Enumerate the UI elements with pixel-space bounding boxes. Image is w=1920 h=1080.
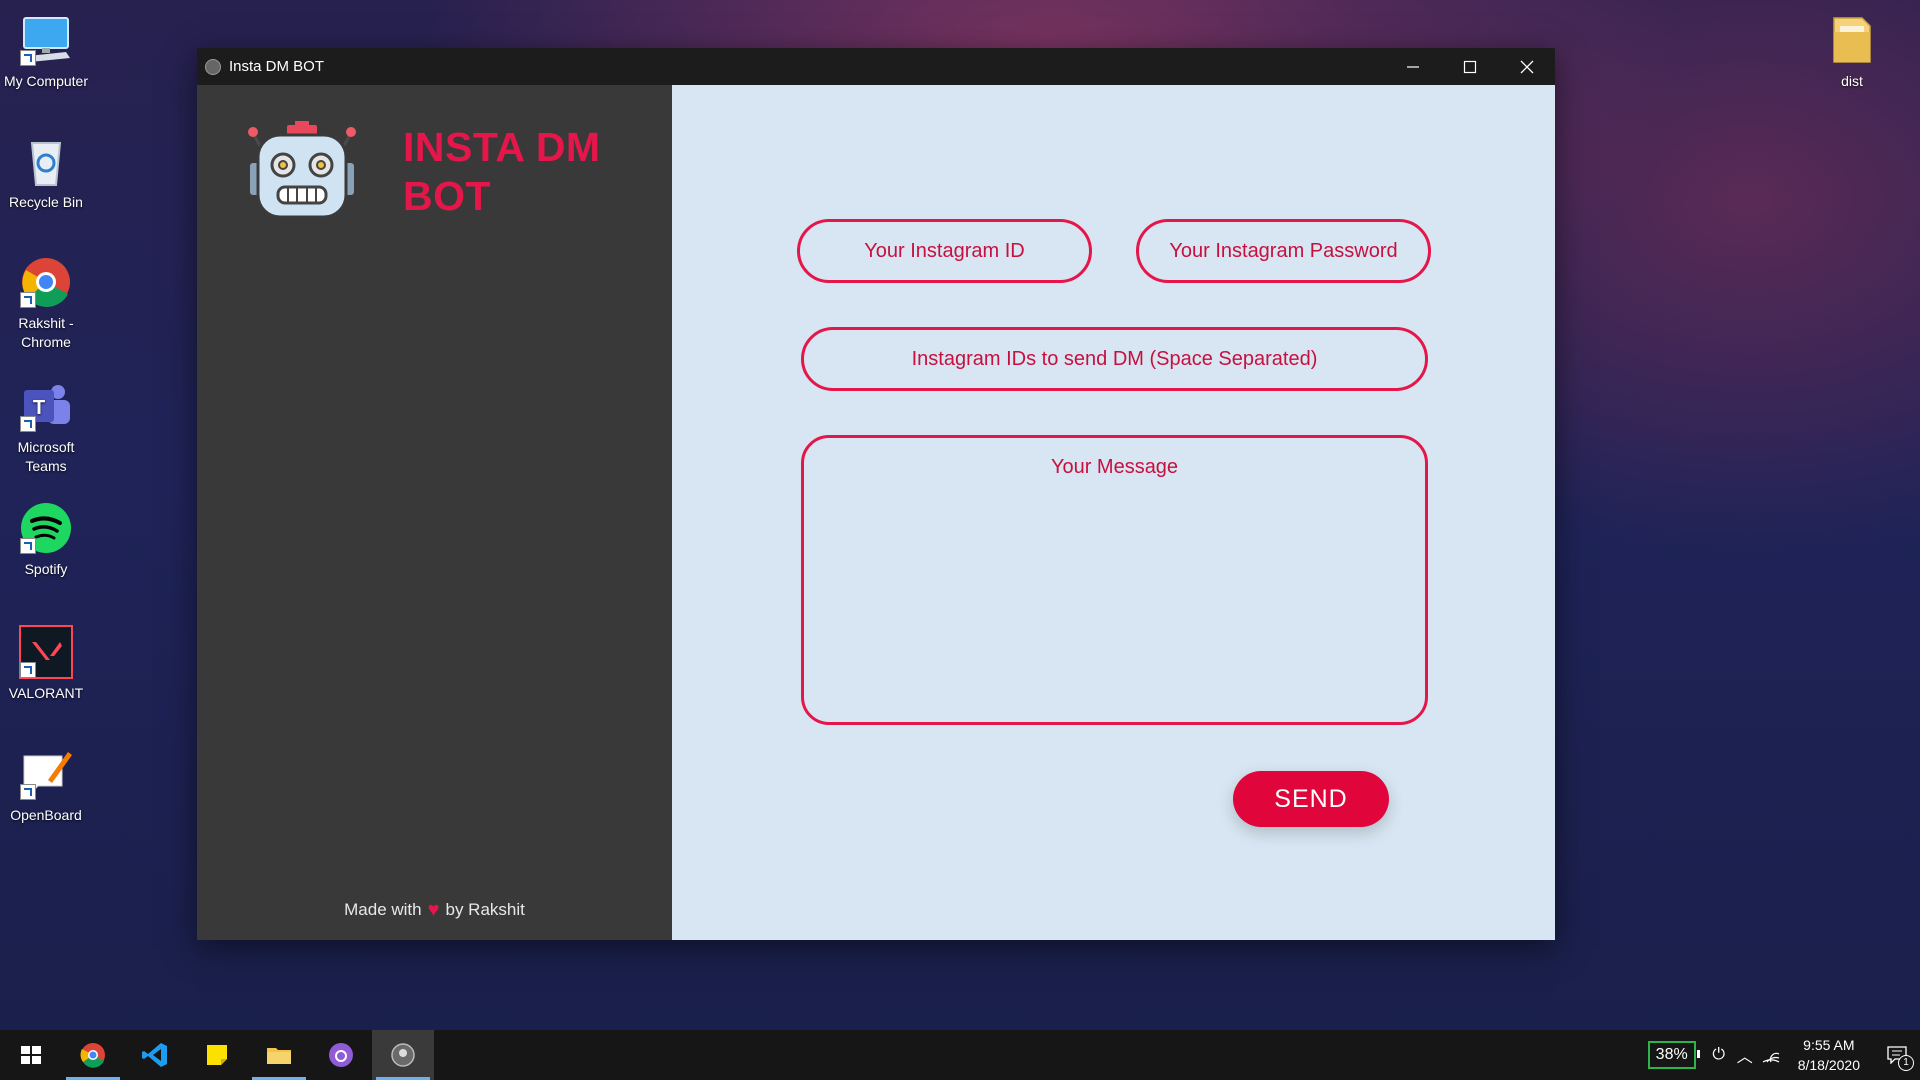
openboard-icon (18, 746, 74, 802)
windows-icon (21, 1046, 41, 1064)
notification-center-button[interactable]: 1 (1874, 1030, 1920, 1080)
taskbar-file-explorer[interactable] (248, 1030, 310, 1080)
app-icon (205, 58, 221, 75)
computer-icon (18, 12, 74, 68)
desktop-icon-chrome[interactable]: Rakshit - Chrome (0, 254, 92, 352)
message-textarea[interactable] (801, 435, 1428, 725)
title-bar[interactable]: Insta DM BOT (197, 48, 1555, 85)
chevron-up-icon[interactable]: ︿ (1732, 1030, 1758, 1080)
instagram-password-input[interactable] (1136, 219, 1431, 283)
close-button[interactable] (1498, 48, 1555, 85)
taskbar-sticky-notes[interactable] (186, 1030, 248, 1080)
chrome-icon (18, 254, 74, 310)
desktop-icon-recycle-bin[interactable]: Recycle Bin (0, 133, 92, 212)
sidebar: INSTA DM BOT Made with ♥ by Rakshit (197, 85, 672, 940)
send-button[interactable]: SEND (1233, 771, 1389, 827)
close-icon (1520, 60, 1533, 73)
taskbar-vscode[interactable] (124, 1030, 186, 1080)
instagram-id-input[interactable] (797, 219, 1092, 283)
valorant-icon (18, 624, 74, 680)
spotify-icon (18, 500, 74, 556)
clock[interactable]: 9:55 AM 8/18/2020 (1784, 1035, 1874, 1075)
folder-icon (1824, 12, 1880, 68)
desktop-icon-label: OpenBoard (10, 807, 82, 823)
brand-line-2: BOT (403, 173, 492, 219)
wifi-icon[interactable] (1758, 1030, 1784, 1080)
desktop-icon-label: Recycle Bin (9, 194, 83, 210)
desktop-icon-label: VALORANT (8, 685, 84, 701)
maximize-icon (1463, 60, 1476, 73)
maximize-button[interactable] (1441, 48, 1498, 85)
vscode-icon (142, 1043, 167, 1067)
taskbar-github[interactable] (310, 1030, 372, 1080)
chrome-icon (80, 1043, 105, 1068)
start-button[interactable] (0, 1030, 62, 1080)
footer-suffix: by Rakshit (445, 900, 525, 919)
desktop-icon-valorant[interactable]: VALORANT (0, 624, 92, 703)
heart-icon: ♥ (427, 899, 440, 921)
desktop-icon-my-computer[interactable]: My Computer (0, 12, 92, 91)
folder-icon (267, 1048, 291, 1064)
power-plug-icon[interactable]: ⏻ (1706, 1030, 1732, 1080)
desktop-icon-label: Spotify (24, 561, 68, 577)
app-window: Insta DM BOT INSTA DM BOT Made with ♥ by… (197, 48, 1555, 940)
window-title: Insta DM BOT (229, 58, 325, 75)
brand-title: INSTA DM BOT (403, 123, 601, 221)
taskbar: 38% ⏻ ︿ 9:55 AM 8/18/2020 1 (0, 1030, 1920, 1080)
clock-date: 8/18/2020 (1797, 1057, 1860, 1073)
target-ids-input[interactable] (801, 327, 1428, 391)
robot-logo-icon (247, 121, 357, 226)
github-icon (329, 1043, 353, 1067)
footer-prefix: Made with (344, 900, 422, 919)
recycle-bin-icon (18, 133, 74, 189)
minimize-button[interactable] (1384, 48, 1441, 85)
battery-indicator[interactable]: 38% (1647, 1041, 1700, 1069)
minimize-icon (1406, 65, 1419, 68)
desktop-icon-label: dist (1841, 73, 1863, 89)
system-tray: 38% ⏻ ︿ 9:55 AM 8/18/2020 1 (1647, 1030, 1920, 1080)
app-icon (391, 1043, 415, 1067)
taskbar-insta-dm-bot[interactable] (372, 1030, 434, 1080)
teams-icon: T (18, 378, 74, 434)
sticky-notes-icon (207, 1045, 227, 1065)
brand-line-1: INSTA DM (403, 124, 601, 170)
clock-time: 9:55 AM (1803, 1037, 1855, 1053)
notification-count-badge: 1 (1898, 1055, 1914, 1071)
desktop-icon-label: My Computer (3, 73, 89, 89)
desktop-icon-dist-folder[interactable]: dist (1806, 12, 1898, 91)
desktop-icon-openboard[interactable]: OpenBoard (0, 746, 92, 825)
form-panel: SEND (672, 85, 1555, 940)
desktop-icon-teams[interactable]: T Microsoft Teams (0, 378, 92, 476)
desktop-icon-label: Rakshit - Chrome (18, 315, 74, 350)
desktop-icon-label: Microsoft Teams (17, 439, 75, 474)
footer-credit: Made with ♥ by Rakshit (197, 899, 672, 922)
desktop-icon-spotify[interactable]: Spotify (0, 500, 92, 579)
taskbar-chrome[interactable] (62, 1030, 124, 1080)
